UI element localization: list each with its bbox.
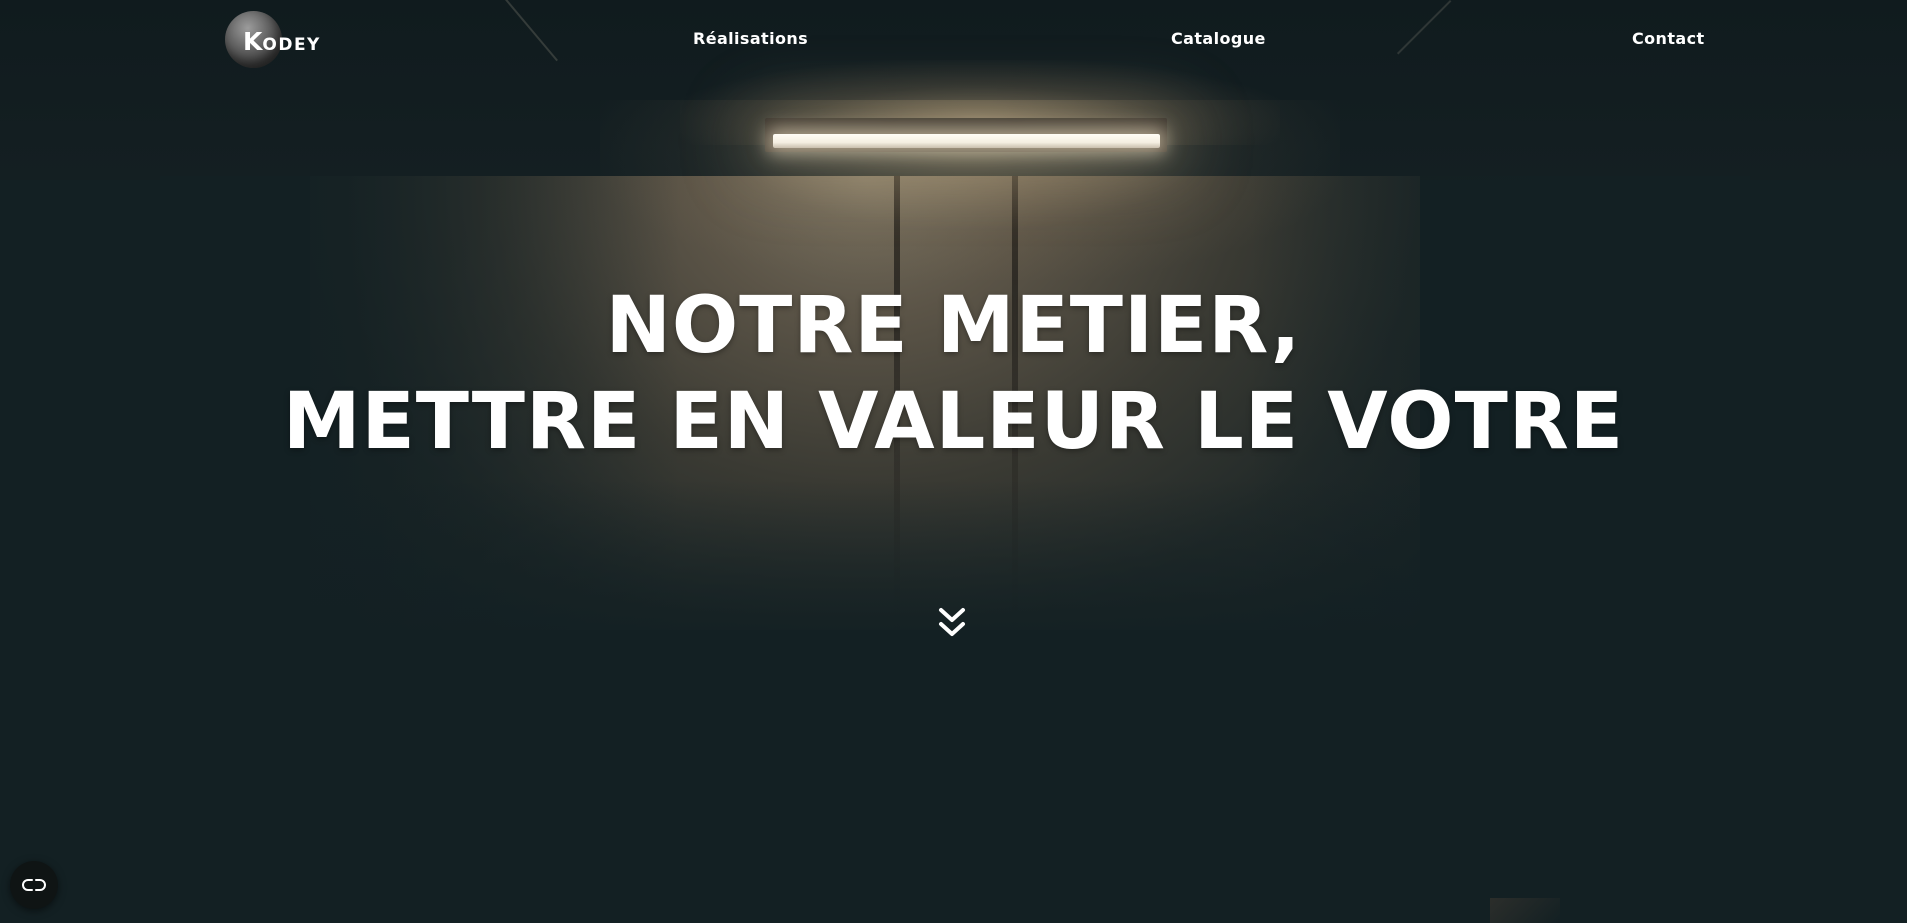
hero-headline: NOTRE METIER, METTRE EN VALEUR LE VOTRE xyxy=(0,278,1907,470)
logo-rest: ODEY xyxy=(262,34,321,55)
floor-shadow xyxy=(1490,898,1560,923)
headline-line-1: NOTRE METIER, xyxy=(605,281,1302,371)
logo-text: KODEY xyxy=(243,27,321,56)
fluorescent-lamp xyxy=(773,134,1160,148)
kodey-logo[interactable]: KODEY xyxy=(225,11,319,69)
logo-initial: K xyxy=(243,26,263,56)
hero-section: KODEY Réalisations Catalogue Contact NOT… xyxy=(0,0,1907,923)
double-chevron-down-icon xyxy=(939,608,965,636)
floating-link-button[interactable] xyxy=(10,861,58,909)
top-navigation: KODEY Réalisations Catalogue Contact xyxy=(0,0,1907,80)
headline-line-2: METTRE EN VALEUR LE VOTRE xyxy=(282,377,1625,467)
nav-link-contact[interactable]: Contact xyxy=(1632,29,1705,48)
lamp-housing xyxy=(765,118,1167,152)
scroll-down-button[interactable] xyxy=(937,606,967,640)
nav-link-realisations[interactable]: Réalisations xyxy=(693,29,808,48)
lamp-glow xyxy=(600,100,1340,280)
nav-link-catalogue[interactable]: Catalogue xyxy=(1171,29,1266,48)
link-icon xyxy=(22,879,46,891)
